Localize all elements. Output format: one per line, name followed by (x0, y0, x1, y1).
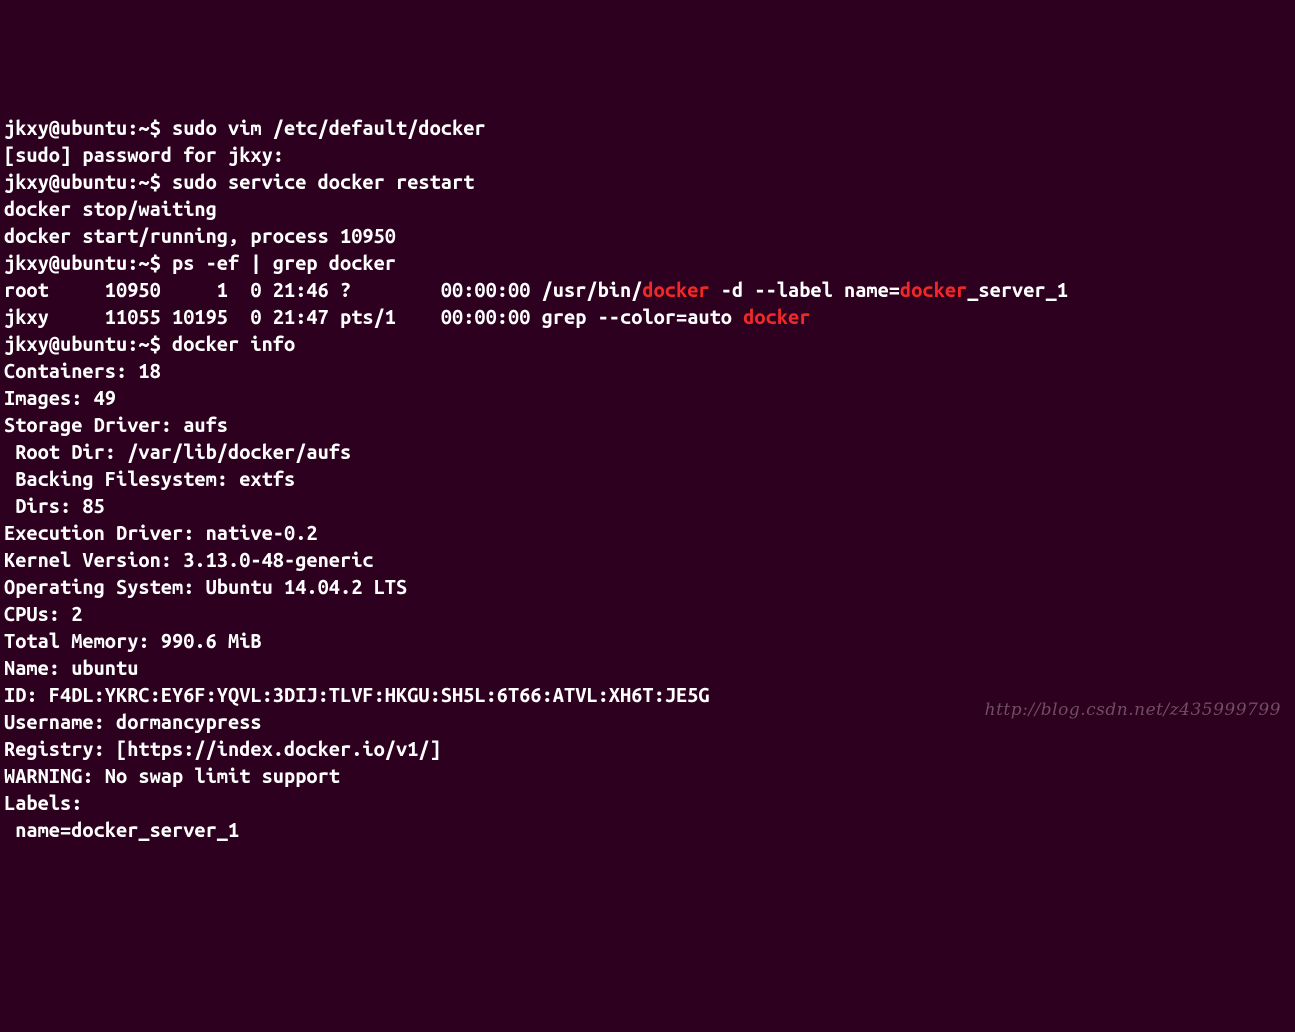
shell-prompt: jkxy@ubuntu:~$ (4, 332, 172, 355)
terminal-line: Kernel Version: 3.13.0-48-generic (4, 546, 1291, 573)
terminal-line: Operating System: Ubuntu 14.04.2 LTS (4, 573, 1291, 600)
terminal-line: Labels: (4, 789, 1291, 816)
grep-match: docker (642, 278, 709, 301)
shell-prompt: jkxy@ubuntu:~$ (4, 116, 172, 139)
command-text: docker info (172, 332, 295, 355)
grep-match: docker (900, 278, 967, 301)
terminal-line: [sudo] password for jkxy: (4, 141, 1291, 168)
command-text: sudo vim /etc/default/docker (172, 116, 486, 139)
terminal-line: Execution Driver: native-0.2 (4, 519, 1291, 546)
terminal-line: root 10950 1 0 21:46 ? 00:00:00 /usr/bin… (4, 276, 1291, 303)
ps-output: _server_1 (967, 278, 1068, 301)
terminal-line: WARNING: No swap limit support (4, 762, 1291, 789)
terminal-line: jkxy@ubuntu:~$ sudo vim /etc/default/doc… (4, 114, 1291, 141)
ps-output: jkxy 11055 10195 0 21:47 pts/1 00:00:00 … (4, 305, 743, 328)
terminal-output[interactable]: jkxy@ubuntu:~$ sudo vim /etc/default/doc… (4, 114, 1291, 843)
terminal-line: Name: ubuntu (4, 654, 1291, 681)
terminal-line: jkxy@ubuntu:~$ docker info (4, 330, 1291, 357)
watermark-text: http://blog.csdn.net/z435999799 (985, 697, 1281, 724)
shell-prompt: jkxy@ubuntu:~$ (4, 170, 172, 193)
ps-output: root 10950 1 0 21:46 ? 00:00:00 /usr/bin… (4, 278, 642, 301)
terminal-line: jkxy@ubuntu:~$ sudo service docker resta… (4, 168, 1291, 195)
terminal-line: docker start/running, process 10950 (4, 222, 1291, 249)
terminal-line: Backing Filesystem: extfs (4, 465, 1291, 492)
command-text: ps -ef | grep docker (172, 251, 396, 274)
terminal-line: Containers: 18 (4, 357, 1291, 384)
terminal-line: Images: 49 (4, 384, 1291, 411)
terminal-line: CPUs: 2 (4, 600, 1291, 627)
command-text: sudo service docker restart (172, 170, 474, 193)
shell-prompt: jkxy@ubuntu:~$ (4, 251, 172, 274)
terminal-line: docker stop/waiting (4, 195, 1291, 222)
terminal-line: name=docker_server_1 (4, 816, 1291, 843)
grep-match: docker (743, 305, 810, 328)
terminal-line: jkxy@ubuntu:~$ ps -ef | grep docker (4, 249, 1291, 276)
terminal-line: jkxy 11055 10195 0 21:47 pts/1 00:00:00 … (4, 303, 1291, 330)
terminal-line: Registry: [https://index.docker.io/v1/] (4, 735, 1291, 762)
terminal-line: Dirs: 85 (4, 492, 1291, 519)
terminal-line: Root Dir: /var/lib/docker/aufs (4, 438, 1291, 465)
terminal-line: Storage Driver: aufs (4, 411, 1291, 438)
ps-output: -d --label name= (710, 278, 900, 301)
terminal-line: Total Memory: 990.6 MiB (4, 627, 1291, 654)
